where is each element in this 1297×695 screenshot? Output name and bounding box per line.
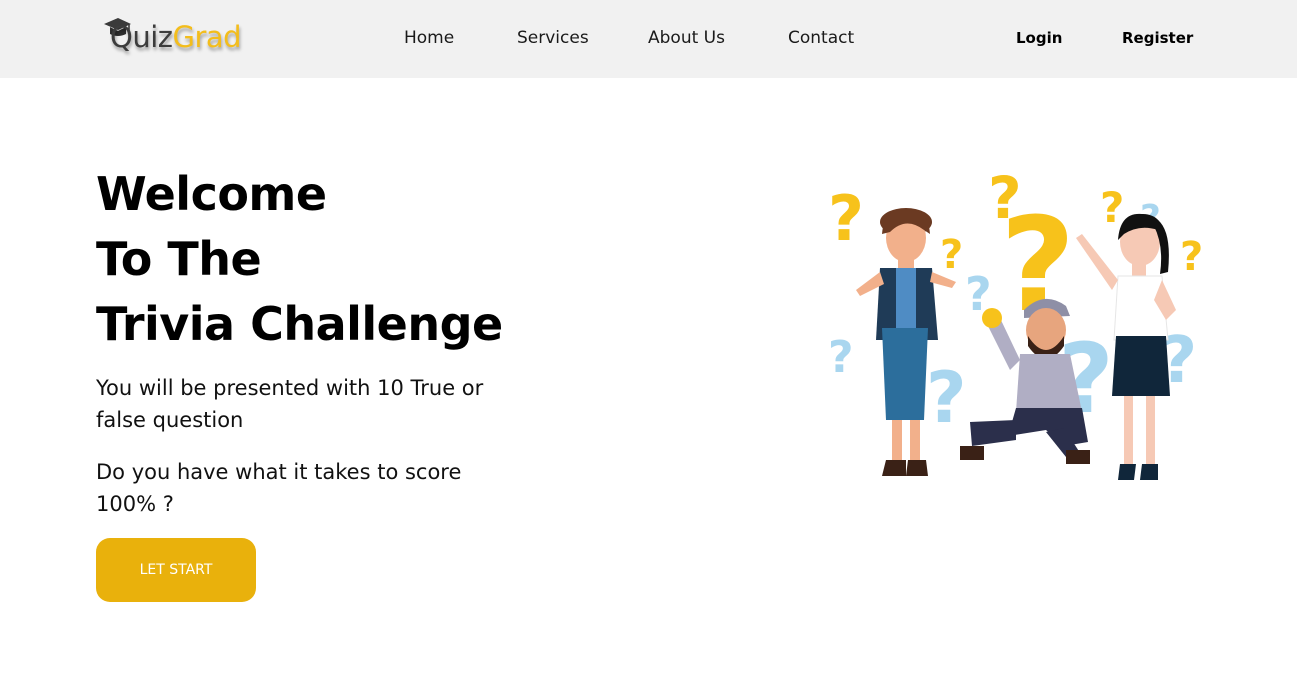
quizgrad-logo[interactable]: QuizGrad [102,14,252,62]
nav-about-us-link[interactable]: About Us [648,28,725,48]
svg-text:?: ? [1100,183,1124,232]
nav-contact-link[interactable]: Contact [788,28,854,48]
hero-title-line-1: Welcome [96,167,327,221]
hero-title-line-2: To The [96,232,262,286]
hero-title-line-3: Trivia Challenge [96,297,503,351]
svg-text:?: ? [940,232,963,278]
logo-grad-text: Grad [172,20,242,54]
register-link[interactable]: Register [1122,29,1193,47]
logo-wordmark: QuizGrad [110,20,242,54]
nav-services-link[interactable]: Services [517,28,589,48]
trivia-people-illustration: ? ? ? ? ? ? ? ? ? ? ? ? [828,164,1203,480]
nav-home-link[interactable]: Home [404,28,454,48]
login-link[interactable]: Login [1016,29,1062,47]
logo-quiz-text: Quiz [110,20,173,54]
svg-text:?: ? [926,357,967,439]
hero-title: Welcome To The Trivia Challenge [96,162,503,357]
let-start-button[interactable]: LET START [96,538,256,602]
svg-text:?: ? [828,332,854,383]
svg-text:?: ? [1180,234,1203,280]
navbar: QuizGrad Home Services About Us Contact … [0,0,1297,78]
hero-question: Do you have what it takes to score 100% … [96,460,462,516]
svg-text:?: ? [828,182,864,255]
hero-description: You will be presented with 10 True or fa… [96,376,484,432]
